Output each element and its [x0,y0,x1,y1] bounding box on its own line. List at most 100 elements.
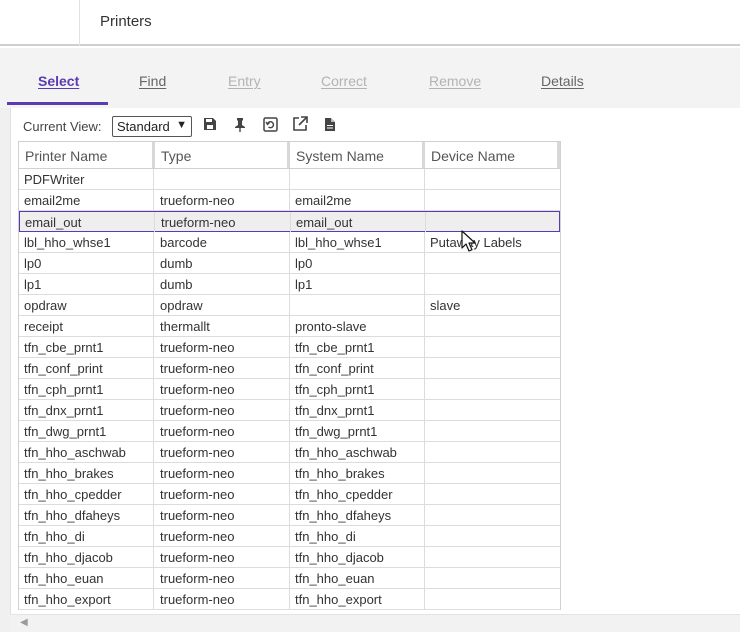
save-icon[interactable] [201,115,219,133]
table-row[interactable]: email2me trueform-neo email2me [19,190,560,211]
cell-system-name: lp1 [290,274,425,294]
header-left-slot [0,0,80,46]
cell-type: barcode [155,232,290,252]
tab-find[interactable]: Find [139,73,166,89]
cell-printer-name: tfn_hho_export [19,589,154,609]
table-row[interactable]: tfn_conf_print trueform-neo tfn_conf_print [19,358,560,379]
cell-device-name [425,442,559,462]
cell-printer-name: tfn_dwg_prnt1 [19,421,154,441]
cell-device-name [425,526,559,546]
cell-device-name [425,379,559,399]
table-row[interactable]: tfn_dwg_prnt1 trueform-neo tfn_dwg_prnt1 [19,421,560,442]
cell-printer-name: tfn_hho_di [19,526,154,546]
grid-header: Printer Name Type System Name Device Nam… [18,141,561,169]
table-row[interactable]: tfn_hho_dfaheys trueform-neo tfn_hho_dfahe… [19,505,560,526]
document-icon[interactable] [321,115,339,133]
page-title: Printers [100,13,152,30]
table-row[interactable]: tfn_hho_aschwab trueform-neo tfn_hho_aschw… [19,442,560,463]
cell-device-name [425,505,559,525]
cell-type: trueform-neo [155,400,290,420]
column-header-device-name[interactable]: Device Name [425,142,560,168]
cell-printer-name: tfn_conf_print [19,358,154,378]
table-row[interactable]: tfn_hho_djacob trueform-neo tfn_hho_djacob [19,547,560,568]
table-row[interactable]: opdraw opdraw slave [19,295,560,316]
cell-type: dumb [155,253,290,273]
cell-type: opdraw [155,295,290,315]
table-row[interactable]: tfn_hho_brakes trueform-neo tfn_hho_brakes [19,463,560,484]
cell-type: dumb [155,274,290,294]
table-row[interactable]: receipt thermallt pronto-slave [19,316,560,337]
table-row[interactable]: lbl_hho_whse1 barcode lbl_hho_whse1 Putaway… [19,232,560,253]
export-icon[interactable] [291,115,309,133]
tab-entry: Entry [228,73,261,89]
cell-system-name: tfn_dnx_prnt1 [290,400,425,420]
cell-device-name [426,212,560,232]
cell-device-name [425,421,559,441]
cell-printer-name: receipt [19,316,154,336]
cell-printer-name: tfn_hho_aschwab [19,442,154,462]
column-header-printer-name[interactable]: Printer Name [19,142,155,168]
cell-type: trueform-neo [155,484,290,504]
tab-bar: Select Find Entry Correct Remove Details [0,48,740,108]
cell-printer-name: tfn_cbe_prnt1 [19,337,154,357]
current-view-label: Current View: [23,119,102,134]
table-row[interactable]: tfn_cbe_prnt1 trueform-neo tfn_cbe_prnt1 [19,337,560,358]
cell-printer-name: opdraw [19,295,154,315]
current-view-select[interactable]: Standard ▼ [112,116,192,137]
column-header-system-name[interactable]: System Name [290,142,425,168]
cell-device-name [425,484,559,504]
cell-type: trueform-neo [155,505,290,525]
cell-type: trueform-neo [155,589,290,609]
cell-printer-name: PDFWriter [19,169,154,189]
table-row[interactable]: lp1 dumb lp1 [19,274,560,295]
horizontal-scrollbar[interactable]: ◀ [10,614,740,632]
table-row[interactable]: tfn_hho_di trueform-neo tfn_hho_di [19,526,560,547]
tab-details[interactable]: Details [541,73,584,89]
cell-system-name: pronto-slave [290,316,425,336]
table-row[interactable]: tfn_dnx_prnt1 trueform-neo tfn_dnx_prnt1 [19,400,560,421]
cell-device-name [425,589,559,609]
tab-correct: Correct [321,73,367,89]
restore-icon[interactable] [261,115,279,133]
column-header-type[interactable]: Type [155,142,290,168]
cell-printer-name: tfn_hho_brakes [19,463,154,483]
cell-type: trueform-neo [155,547,290,567]
tab-remove: Remove [429,73,482,89]
table-row[interactable]: tfn_cph_prnt1 trueform-neo tfn_cph_prnt1 [19,379,560,400]
cell-device-name [425,190,559,210]
table-row[interactable]: tfn_hho_export trueform-neo tfn_hho_export [19,589,560,610]
table-row[interactable]: email_out trueform-neo email_out [19,211,560,232]
cell-system-name [290,295,425,315]
cell-device-name [425,274,559,294]
mouse-cursor [461,230,477,252]
cell-type: trueform-neo [155,526,290,546]
cell-type: trueform-neo [155,337,290,357]
pin-icon[interactable] [231,115,249,133]
cell-system-name: tfn_hho_export [290,589,425,609]
cell-printer-name: lp0 [19,253,154,273]
cell-device-name [425,358,559,378]
cell-system-name: email2me [290,190,425,210]
cell-system-name: tfn_hho_aschwab [290,442,425,462]
table-row[interactable]: lp0 dumb lp0 [19,253,560,274]
cell-printer-name: email2me [19,190,154,210]
cell-system-name: tfn_hho_cpedder [290,484,425,504]
cell-system-name: tfn_dwg_prnt1 [290,421,425,441]
cell-system-name: lbl_hho_whse1 [290,232,425,252]
cell-printer-name: tfn_cph_prnt1 [19,379,154,399]
select-panel: Current View: Standard ▼ Printer Name Ty… [10,108,740,632]
cell-device-name [425,337,559,357]
tab-select[interactable]: Select [38,73,79,89]
cell-type: trueform-neo [155,190,290,210]
table-row[interactable]: PDFWriter [19,169,560,190]
table-row[interactable]: tfn_hho_cpedder trueform-neo tfn_hho_cpedd… [19,484,560,505]
cell-device-name [425,169,559,189]
table-row[interactable]: tfn_hho_euan trueform-neo tfn_hho_euan [19,568,560,589]
cell-system-name: tfn_cbe_prnt1 [290,337,425,357]
cell-system-name: email_out [291,212,426,232]
cell-system-name: tfn_conf_print [290,358,425,378]
scroll-left-icon[interactable]: ◀ [20,617,28,628]
cell-device-name [425,316,559,336]
grid-body: PDFWriter email2me trueform-neo email2me ema… [18,169,561,610]
chevron-down-icon: ▼ [176,119,187,131]
